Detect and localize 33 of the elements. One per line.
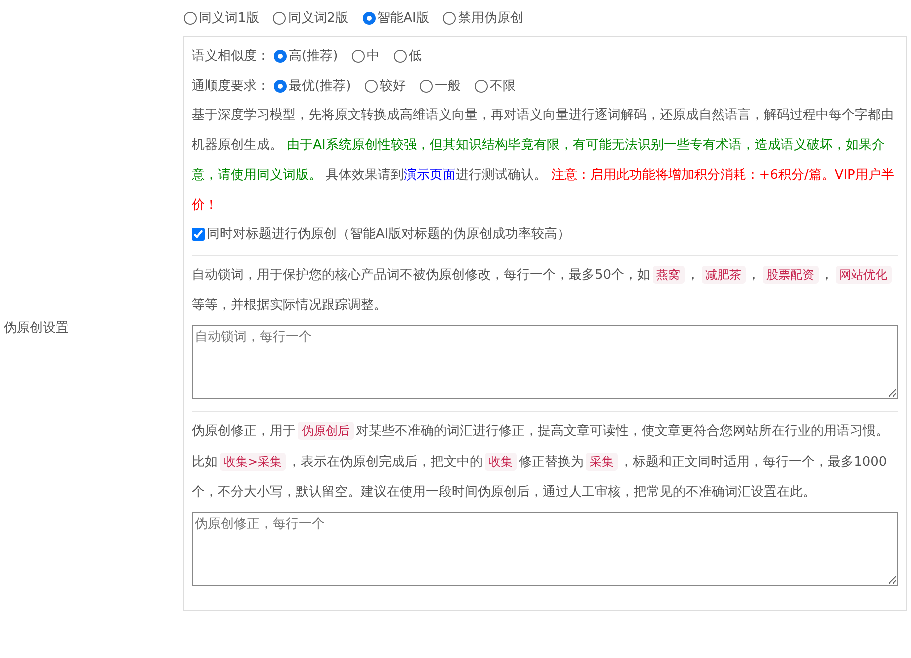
radio-label: 高(推荐) [289,48,338,65]
correction-field[interactable]: 伪原创修正，每行一个 [192,512,898,586]
field-label: 语义相似度： [192,48,270,65]
lock-words-field[interactable]: 自动锁词，每行一个 [192,325,898,399]
radio-button[interactable] [352,50,366,62]
radio-button[interactable] [420,80,434,92]
radio-button[interactable] [443,12,456,24]
description-paragraph: 伪原创修正，用于 伪原创后 对某些不准确的词汇进行修正，提高文章可读性，使文章更符合您网站所在行业的用语习惯。比如 收集>采集 ，表示在伪原创完成后，把文中的 收集 修正替换为 采集 ，标题和正文同时适用，每行一个，最多1000个，不分大小写，默认留空。建议在使用一段时间伪原创后，通过人工审核，把常见的不准确词汇设置在此。 [192,421,890,502]
radio-button[interactable] [274,50,287,62]
radio-button[interactable] [362,12,376,24]
demo-link[interactable]: 演示页面 [404,168,456,183]
radio-label: 同义词2版 [288,10,349,27]
radio-label: 智能AI版 [378,10,430,27]
radio-button[interactable] [184,12,197,24]
radio-button[interactable] [475,80,488,92]
radio-button[interactable] [365,80,378,92]
radio-label: 较好 [380,78,406,95]
radio-label: 中 [367,48,380,65]
radio-button[interactable] [273,12,286,24]
radio-label: 一般 [435,78,462,95]
radio-label: 同义词1版 [199,10,260,27]
checkbox[interactable] [192,228,205,240]
radio-label: 不限 [490,78,516,95]
description-paragraph: 自动锁词，用于保护您的核心产品词不被伪原创修改，每行一个，最多50个，如 燕窝 ， 减肥茶 ， 股票配资 ， 网站优化 等等，并根据实际情况跟踪调整。 [192,260,898,321]
setting-label: 伪原创设置 [4,320,69,337]
radio-label: 禁用伪原创 [458,10,524,27]
description-paragraph: 基于深度学习模型，先将原文转换成高维语义向量，再对语义向量进行逐词解码，还原成自然语言，解码过程中每个字都由机器原创生成。 由于AI系统原创性较强，但其知识结构毕竟有限，有可能无法识别一些专有术语，造成语义破坏，如果介意，请使用同义词版。 具体效果请到演示页面进行测试确认。 注意：启用此功能将增加积分消耗：+6积分/篇。VIP用户半价！ [192,107,896,215]
radio-label: 低 [409,48,422,65]
radio-button[interactable] [394,50,408,62]
checkbox-label: 同时对标题进行伪原创（智能AI版对标题的伪原创成功率较高） [207,226,571,243]
radio-button[interactable] [274,80,287,92]
field-label: 通顺度要求： [192,78,270,95]
radio-label: 最优(推荐) [289,78,352,95]
